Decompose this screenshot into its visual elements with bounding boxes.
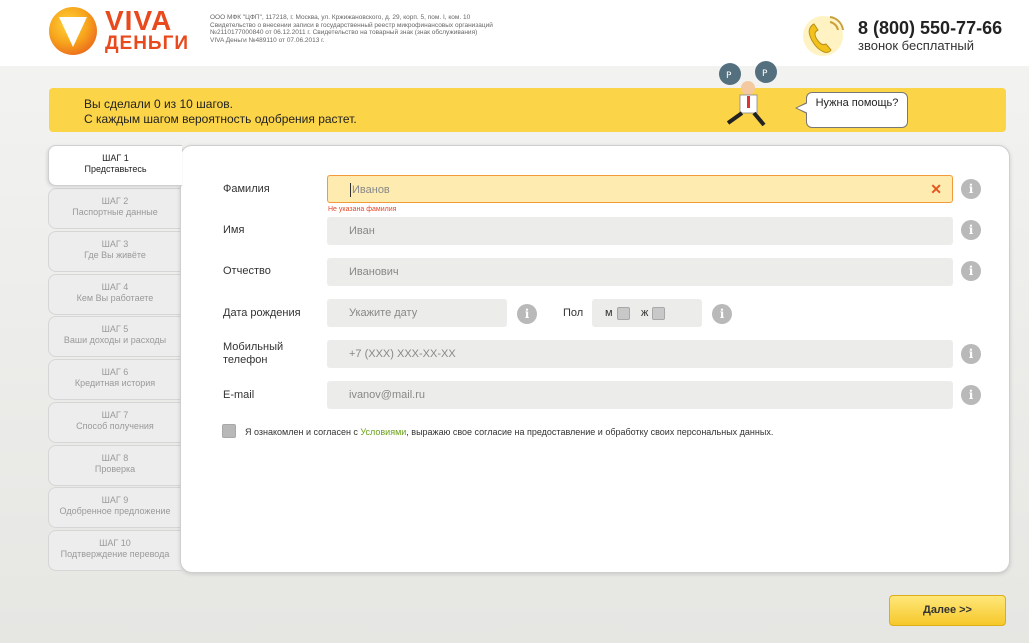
step-tab-2[interactable]: ШАГ 2 Паспортные данные xyxy=(48,188,181,229)
step-label: Подтверждение перевода xyxy=(60,549,170,559)
surname-placeholder: Иванов xyxy=(352,184,390,196)
step-tab-8[interactable]: ШАГ 8 Проверка xyxy=(48,445,181,486)
surname-error-message: Не указана фамилия xyxy=(328,206,397,213)
step-tab-4[interactable]: ШАГ 4 Кем Вы работаете xyxy=(48,274,181,315)
agree-text-after: , выражаю свое согласие на предоставлени… xyxy=(406,427,774,437)
name-placeholder: Иван xyxy=(349,225,375,237)
step-label: Кредитная история xyxy=(74,378,156,388)
step-tab-9[interactable]: ШАГ 9 Одобренное предложение xyxy=(48,487,181,528)
legal-line: Свидетельство о внесении записи в госуда… xyxy=(210,21,493,29)
email-placeholder: ivanov@mail.ru xyxy=(349,389,425,401)
patronymic-info-icon[interactable]: i xyxy=(961,261,981,281)
step-label: Ваши доходы и расходы xyxy=(63,335,167,345)
surname-input[interactable]: Иванов ✕ xyxy=(327,175,953,203)
email-label: E-mail xyxy=(223,389,255,401)
mobile-placeholder: +7 (XXX) XXX-XX-XX xyxy=(349,348,456,360)
step-number: ШАГ 9 xyxy=(101,495,129,505)
step-tab-10[interactable]: ШАГ 10 Подтверждение перевода xyxy=(48,530,181,571)
step-tab-3[interactable]: ШАГ 3 Где Вы живёте xyxy=(48,231,181,272)
mobile-label-line-1: Мобильный xyxy=(223,341,284,353)
agree-text: Я ознакомлен и согласен с Условиями, выр… xyxy=(245,427,773,437)
step-number: ШАГ 5 xyxy=(101,324,129,334)
step-label: Одобренное предложение xyxy=(59,506,171,516)
gender-female-label: ж xyxy=(641,307,649,319)
site-header: VIVA ДЕНЬГИ ООО МФК "ЦФП", 117218, г. Мо… xyxy=(0,0,1029,66)
phone-number[interactable]: 8 (800) 550-77-66 xyxy=(858,18,1002,39)
step-number: ШАГ 10 xyxy=(99,538,131,548)
help-bubble[interactable]: Нужна помощь? xyxy=(795,92,908,128)
logo-text-dengi: ДЕНЬГИ xyxy=(105,33,190,54)
progress-text: Вы сделали 0 из 10 шагов. С каждым шагом… xyxy=(84,97,357,127)
name-label: Имя xyxy=(223,224,245,236)
legal-line: VIVA Деньги №489110 от 07.06.2013 г. xyxy=(210,36,325,44)
step-tab-5[interactable]: ШАГ 5 Ваши доходы и расходы xyxy=(48,316,181,357)
email-input[interactable]: ivanov@mail.ru xyxy=(327,381,953,409)
step-number: ШАГ 7 xyxy=(101,410,129,420)
email-info-icon[interactable]: i xyxy=(961,385,981,405)
text-cursor xyxy=(350,183,351,198)
surname-label: Фамилия xyxy=(223,183,270,195)
svg-text:Р: Р xyxy=(726,71,732,81)
patronymic-input[interactable]: Иванович xyxy=(327,258,953,286)
patronymic-label: Отчество xyxy=(223,265,271,277)
step-number: ШАГ 4 xyxy=(101,282,129,292)
mascot-money-bags-icon: Р Р xyxy=(719,61,777,127)
step-label: Паспортные данные xyxy=(72,207,158,217)
phone-icon xyxy=(803,16,844,56)
birth-date-input[interactable]: Укажите дату xyxy=(327,299,507,327)
clear-error-icon[interactable]: ✕ xyxy=(930,181,942,197)
next-button[interactable]: Далее >> xyxy=(889,595,1006,626)
step-label: Способ получения xyxy=(76,421,154,431)
patronymic-placeholder: Иванович xyxy=(349,266,399,278)
step-tab-7[interactable]: ШАГ 7 Способ получения xyxy=(48,402,181,443)
legal-line: №2110177000840 от 06.12.2011 г. Свидетел… xyxy=(210,29,478,36)
gender-info-icon[interactable]: i xyxy=(712,304,732,324)
logo-emblem xyxy=(49,7,97,55)
viva-dengi-logo[interactable]: VIVA ДЕНЬГИ xyxy=(49,4,194,55)
mobile-phone-input[interactable]: +7 (XXX) XXX-XX-XX xyxy=(327,340,953,368)
gender-label: Пол xyxy=(563,307,584,319)
gender-male-label: м xyxy=(605,307,613,319)
step-number: ШАГ 2 xyxy=(101,196,129,206)
agree-text-before: Я ознакомлен и согласен с xyxy=(245,427,361,437)
progress-line-2: С каждым шагом вероятность одобрения рас… xyxy=(84,112,357,126)
legal-line: ООО МФК "ЦФП", 117218, г. Москва, ул. Кр… xyxy=(210,14,471,21)
gender-female-checkbox[interactable] xyxy=(652,307,665,320)
mobile-label: Мобильный телефон xyxy=(223,341,283,367)
birth-date-label: Дата рождения xyxy=(223,307,301,319)
step-number: ШАГ 1 xyxy=(102,153,129,163)
step-label: Где Вы живёте xyxy=(84,250,146,260)
step-number: ШАГ 6 xyxy=(101,367,129,377)
mobile-info-icon[interactable]: i xyxy=(961,344,981,364)
svg-text:Р: Р xyxy=(762,69,768,79)
birth-date-info-icon[interactable]: i xyxy=(517,304,537,324)
step-tab-6[interactable]: ШАГ 6 Кредитная история xyxy=(48,359,181,400)
step-number: ШАГ 3 xyxy=(101,239,129,249)
progress-line-1: Вы сделали 0 из 10 шагов. xyxy=(84,97,233,111)
legal-info: ООО МФК "ЦФП", 117218, г. Москва, ул. Кр… xyxy=(210,14,520,44)
step-label: Кем Вы работаете xyxy=(76,293,154,303)
step-label: Проверка xyxy=(94,464,136,474)
name-info-icon[interactable]: i xyxy=(961,220,981,240)
step-label: Представьтесь xyxy=(84,164,147,174)
mobile-label-line-2: телефон xyxy=(223,354,268,366)
name-input[interactable]: Иван xyxy=(327,217,953,245)
birth-date-placeholder: Укажите дату xyxy=(349,307,418,319)
surname-info-icon[interactable]: i xyxy=(961,179,981,199)
step-number: ШАГ 8 xyxy=(101,453,129,463)
agree-checkbox[interactable] xyxy=(222,424,236,438)
gender-male-checkbox[interactable] xyxy=(617,307,630,320)
step-tab-1[interactable]: ШАГ 1 Представьтесь xyxy=(48,145,182,186)
phone-subtitle: звонок бесплатный xyxy=(858,38,974,53)
terms-link[interactable]: Условиями xyxy=(360,427,406,437)
gender-selector: м ж xyxy=(592,299,702,327)
